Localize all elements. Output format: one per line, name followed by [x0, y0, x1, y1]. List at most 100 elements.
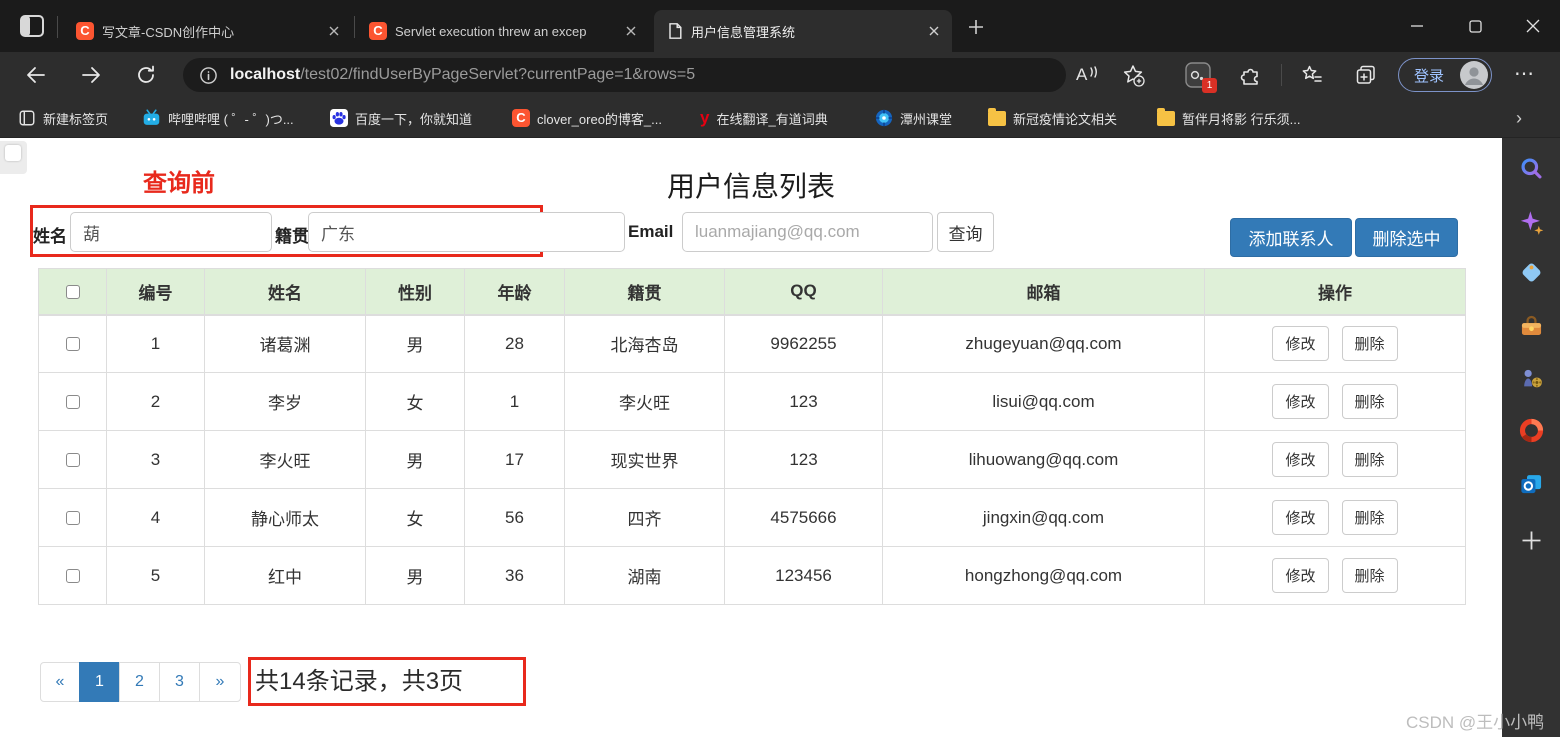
tab-csdn-write[interactable]: C 写文章-CSDN创作中心: [64, 10, 352, 52]
bookmark-folder-poem[interactable]: 暂伴月将影 行乐须...: [1157, 106, 1300, 130]
name-label: 姓名: [33, 227, 67, 246]
delete-button[interactable]: 删除: [1341, 442, 1398, 477]
youdao-icon: y: [700, 108, 710, 127]
bilibili-icon: [143, 109, 160, 125]
tab-actions-menu-icon[interactable]: [18, 13, 46, 39]
sidebar-office-icon[interactable]: [1518, 417, 1545, 444]
tab-title: Servlet execution threw an excep: [395, 23, 587, 39]
edit-button[interactable]: 修改: [1272, 326, 1329, 362]
edit-button[interactable]: 修改: [1272, 384, 1329, 419]
edit-button[interactable]: 修改: [1272, 558, 1329, 593]
folder-icon: [988, 107, 1006, 126]
query-button[interactable]: 查询: [937, 212, 994, 252]
sidebar-toolbox-icon[interactable]: [1518, 313, 1545, 340]
delete-button[interactable]: 删除: [1341, 326, 1398, 362]
pagination-prev[interactable]: «: [40, 662, 80, 702]
close-button[interactable]: [1510, 0, 1556, 52]
bookmark-new-tab[interactable]: 新建标签页: [18, 106, 108, 130]
minimize-button[interactable]: [1394, 0, 1440, 52]
refresh-icon[interactable]: [134, 63, 158, 87]
web-page-content: 查询前 用户信息列表 姓名 籍贯 Email 查询 添加联系人 删除选中 编号 …: [0, 138, 1502, 737]
column-header-name: 姓名: [204, 268, 366, 316]
new-tab-button[interactable]: [964, 15, 988, 39]
csdn-icon: C: [369, 22, 387, 40]
table-row: 1 诸葛渊 男 28 北海杏岛 9962255 zhugeyuan@qq.com…: [38, 314, 1466, 373]
tab-close-icon[interactable]: [926, 23, 942, 39]
bookmarks-overflow-chevron-icon[interactable]: ›: [1516, 106, 1522, 130]
sidebar-add-icon[interactable]: [1518, 527, 1545, 554]
tab-close-icon[interactable]: [623, 23, 639, 39]
row-checkbox[interactable]: [65, 511, 80, 526]
delete-button[interactable]: 删除: [1341, 500, 1398, 535]
bookmark-baidu[interactable]: 百度一下，你就知道: [330, 106, 472, 130]
column-header-actions: 操作: [1204, 268, 1466, 316]
table-row: 5 红中 男 36 湖南 123456 hongzhong@qq.com 修改删…: [38, 546, 1466, 605]
tab-title: 写文章-CSDN创作中心: [102, 24, 235, 40]
collections-icon[interactable]: [1354, 63, 1378, 87]
origin-input[interactable]: [308, 212, 625, 252]
address-bar[interactable]: localhost/test02/findUserByPageServlet?c…: [183, 58, 1066, 92]
bookmark-folder-covid[interactable]: 新冠疫情论文相关: [988, 106, 1117, 130]
bookmark-csdn-blog[interactable]: C clover_oreo的博客_...: [512, 106, 662, 130]
browser-titlebar: C 写文章-CSDN创作中心 C Servlet execution threw…: [0, 0, 1560, 52]
tab-servlet-error[interactable]: C Servlet execution threw an excep: [357, 10, 649, 52]
csdn-icon: C: [512, 109, 530, 127]
settings-more-icon[interactable]: ⋯: [1514, 63, 1538, 87]
edit-button[interactable]: 修改: [1272, 442, 1329, 477]
page-icon: [666, 22, 683, 40]
pagination-page-2[interactable]: 2: [119, 662, 160, 702]
journal-icon: [19, 110, 35, 126]
table-row: 4 静心师太 女 56 四齐 4575666 jingxin@qq.com 修改…: [38, 488, 1466, 547]
pagination: « 1 2 3 »: [40, 662, 241, 702]
bookmarks-bar: 新建标签页 哔哩哔哩 ( ゜- ゜)つ... 百度一下，你就知道 C clove…: [0, 98, 1560, 138]
bookmark-bilibili[interactable]: 哔哩哔哩 ( ゜- ゜)つ...: [142, 106, 294, 130]
tab-title: 用户信息管理系统: [691, 24, 796, 40]
row-checkbox[interactable]: [65, 453, 80, 468]
pagination-page-1[interactable]: 1: [79, 662, 120, 702]
browser-window: C 写文章-CSDN创作中心 C Servlet execution threw…: [0, 0, 1560, 737]
maximize-button[interactable]: [1452, 0, 1498, 52]
edit-button[interactable]: 修改: [1272, 500, 1329, 535]
tab-close-icon[interactable]: [326, 23, 342, 39]
login-label: 登录: [1414, 67, 1445, 85]
site-info-icon[interactable]: [199, 66, 218, 85]
add-contact-button[interactable]: 添加联系人: [1230, 218, 1352, 257]
folder-icon: [1157, 107, 1175, 126]
select-all-checkbox[interactable]: [65, 284, 80, 299]
delete-button[interactable]: 删除: [1341, 384, 1398, 419]
tab-user-info-system[interactable]: 用户信息管理系统: [654, 10, 952, 52]
sidebar-shopping-icon[interactable]: [1518, 259, 1545, 286]
delete-button[interactable]: 删除: [1341, 558, 1398, 593]
row-checkbox[interactable]: [65, 395, 80, 410]
favorites-icon[interactable]: [1300, 63, 1324, 87]
bookmark-youdao[interactable]: y 在线翻译_有道词典: [700, 106, 828, 130]
pagination-next[interactable]: »: [199, 662, 241, 702]
email-input[interactable]: [682, 212, 933, 252]
column-header-qq: QQ: [724, 268, 883, 316]
tab-separator: [57, 16, 58, 38]
origin-label: 籍贯: [275, 227, 309, 246]
name-input[interactable]: [70, 212, 272, 252]
read-aloud-icon[interactable]: A: [1076, 63, 1100, 87]
table-row: 2 李岁 女 1 李火旺 123 lisui@qq.com 修改 删除: [38, 372, 1466, 431]
sidebar-games-icon[interactable]: [1518, 365, 1545, 392]
back-icon[interactable]: [24, 63, 48, 87]
sidebar-search-icon[interactable]: [1518, 155, 1545, 182]
extension-notification-icon[interactable]: 1: [1184, 61, 1217, 93]
column-header-gender: 性别: [365, 268, 465, 316]
baidu-paw-icon: [330, 109, 348, 127]
forward-icon[interactable]: [79, 63, 103, 87]
delete-selected-button[interactable]: 删除选中: [1355, 218, 1458, 257]
url-host: localhost: [230, 66, 301, 83]
login-button[interactable]: 登录: [1398, 58, 1492, 92]
bookmark-tanzhou[interactable]: 潭州课堂: [875, 106, 952, 130]
tab-separator: [354, 16, 355, 38]
sidebar-copilot-icon[interactable]: [1518, 209, 1545, 236]
add-favorite-icon[interactable]: [1121, 63, 1145, 87]
extensions-icon[interactable]: [1239, 63, 1263, 87]
sidebar-outlook-icon[interactable]: [1518, 470, 1545, 497]
pagination-page-3[interactable]: 3: [159, 662, 200, 702]
email-label: Email: [628, 222, 674, 241]
row-checkbox[interactable]: [65, 569, 80, 584]
row-checkbox[interactable]: [65, 337, 80, 352]
